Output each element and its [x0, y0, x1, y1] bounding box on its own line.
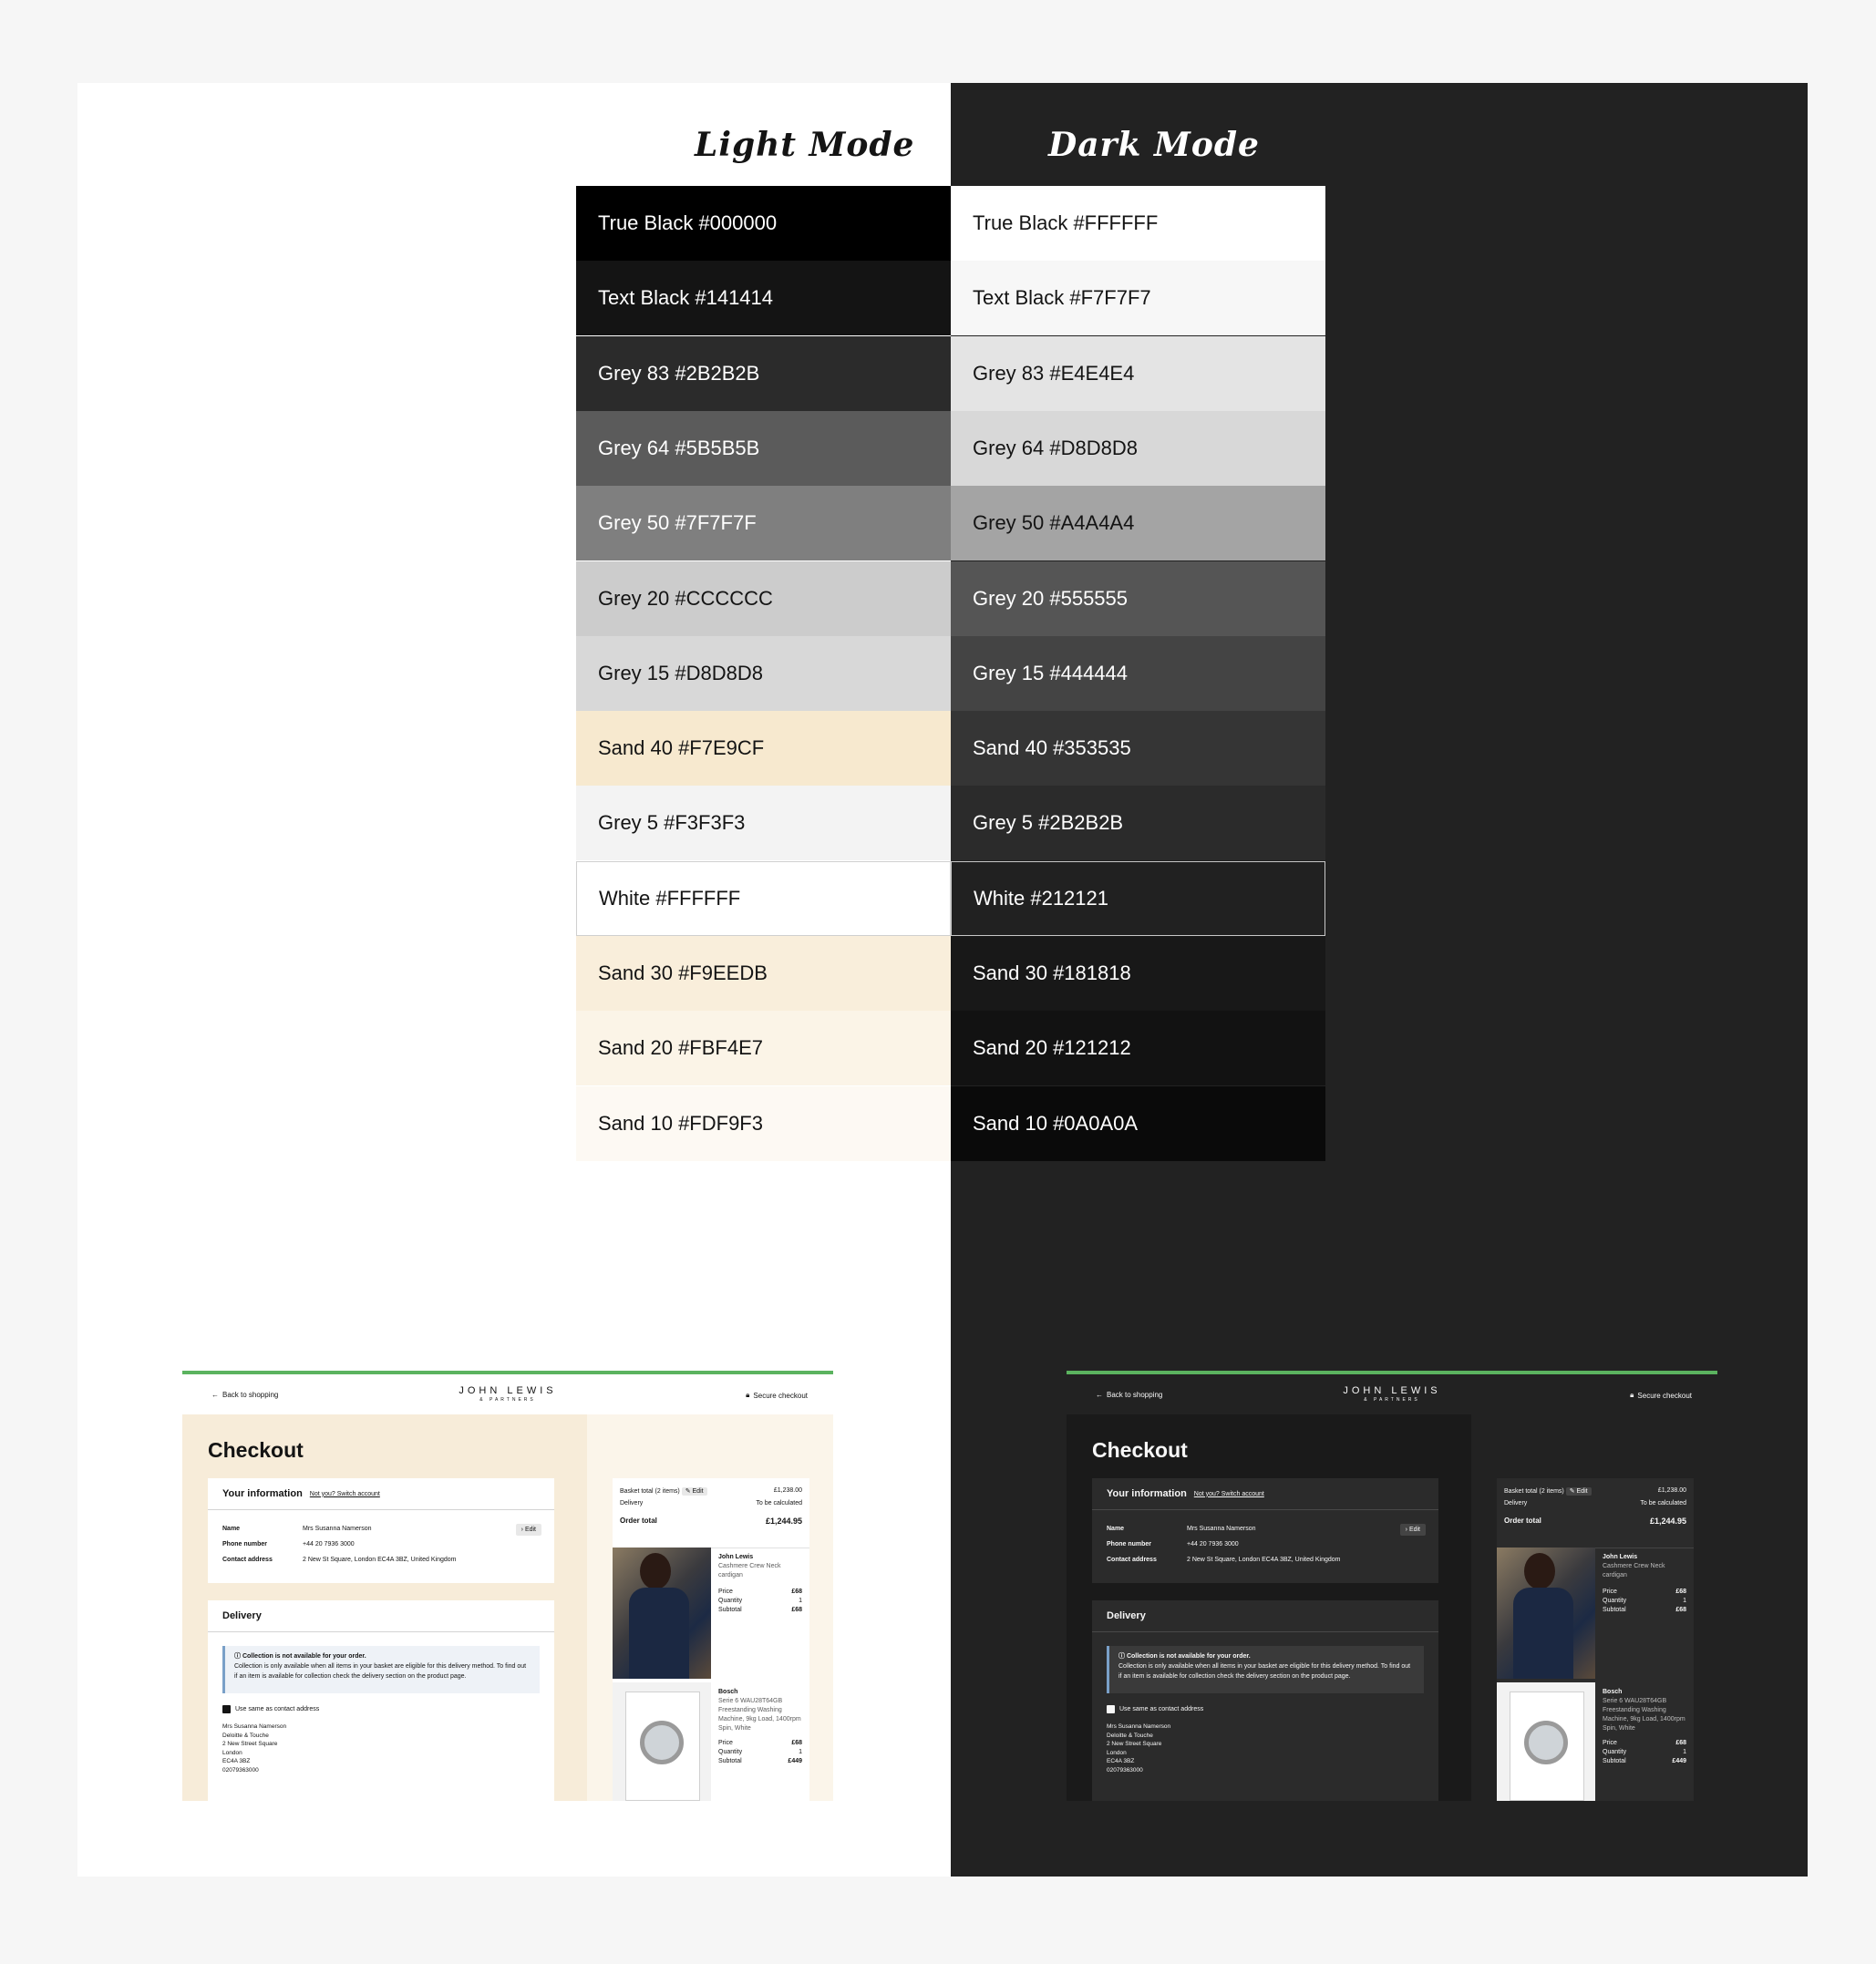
checkout-header: ← Back to shopping JOHN LEWIS & PARTNERS… [1067, 1374, 1717, 1414]
light-swatch: Grey 20 #CCCCCC [576, 560, 951, 636]
dark-mode-heading: Dark Mode [1048, 126, 1260, 164]
delivery-card: Delivery ⓘ Collection is not available f… [1092, 1600, 1438, 1801]
basket-summary: Basket total (2 items) ✎ Edit £1,238.00 … [1497, 1478, 1694, 1548]
same-address-checkbox[interactable]: Use same as contact address [1107, 1705, 1203, 1713]
dark-swatch: Grey 83 #E4E4E4 [951, 335, 1325, 411]
checkbox-icon [222, 1705, 231, 1713]
light-swatch: Sand 30 #F9EEDB [576, 936, 951, 1011]
person-figure [640, 1553, 671, 1589]
dark-swatch: Sand 10 #0A0A0A [951, 1085, 1325, 1161]
person-figure [1524, 1553, 1555, 1589]
item-details: John Lewis Cashmere Crew Neck cardigan P… [1603, 1554, 1686, 1613]
light-checkout-mockup: ← Back to shopping JOHN LEWIS & PARTNERS… [182, 1371, 833, 1801]
secure-checkout: 🔒︎ Secure checkout [1630, 1391, 1692, 1400]
dark-swatch: Grey 5 #2B2B2B [951, 786, 1325, 861]
your-information-card: Your information Not you? Switch account… [1092, 1478, 1438, 1583]
dark-swatch: White #212121 [951, 860, 1325, 936]
machine-door [1524, 1721, 1568, 1764]
delivery-card: Delivery ⓘ Collection is not available f… [208, 1600, 554, 1801]
basket-panel: Basket total (2 items) ✎ Edit £1,238.00 … [1497, 1478, 1694, 1801]
light-swatch: Grey 83 #2B2B2B [576, 335, 951, 411]
cardigan-shape [629, 1588, 689, 1679]
brand-logo[interactable]: JOHN LEWIS & PARTNERS [182, 1385, 833, 1403]
info-icon: ⓘ [234, 1653, 241, 1660]
checkbox-icon [1107, 1705, 1115, 1713]
delivery-address: Mrs Susanna Namerson Deloitte & Touche 2… [1107, 1723, 1171, 1774]
lock-icon: 🔒︎ [1630, 1391, 1634, 1399]
card-title: Delivery [208, 1600, 554, 1632]
basket-edit-button[interactable]: ✎ Edit [681, 1487, 707, 1496]
dark-swatch: Grey 50 #A4A4A4 [951, 486, 1325, 561]
light-swatch: Sand 40 #F7E9CF [576, 711, 951, 787]
basket-edit-button[interactable]: ✎ Edit [1565, 1487, 1592, 1496]
light-swatch: White #FFFFFF [576, 860, 951, 936]
dark-swatch: Grey 15 #444444 [951, 635, 1325, 711]
lock-icon: 🔒︎ [746, 1391, 750, 1399]
page-title: Checkout [1092, 1438, 1188, 1462]
light-swatch: Grey 50 #7F7F7F [576, 486, 951, 561]
dark-swatch: Sand 20 #121212 [951, 1011, 1325, 1086]
switch-account-link[interactable]: Not you? Switch account [1194, 1491, 1264, 1497]
cardigan-image[interactable] [613, 1548, 711, 1679]
card-title: Your information [1107, 1488, 1187, 1499]
dark-swatch: Sand 40 #353535 [951, 711, 1325, 787]
dark-checkout-mockup: ← Back to shopping JOHN LEWIS & PARTNERS… [1067, 1371, 1717, 1801]
dark-swatch: True Black #FFFFFF [951, 186, 1325, 261]
item-details: John Lewis Cashmere Crew Neck cardigan P… [718, 1554, 802, 1613]
secure-checkout: 🔒︎ Secure checkout [746, 1391, 808, 1400]
brand-logo[interactable]: JOHN LEWIS & PARTNERS [1067, 1385, 1717, 1403]
card-title: Delivery [1092, 1600, 1438, 1632]
same-address-checkbox[interactable]: Use same as contact address [222, 1705, 319, 1713]
your-information-card: Your information Not you? Switch account… [208, 1478, 554, 1583]
dark-swatch: Grey 64 #D8D8D8 [951, 410, 1325, 486]
order-summary: Basket total (2 items) ✎ Edit £1,238.00 … [587, 1414, 833, 1801]
checkout-header: ← Back to shopping JOHN LEWIS & PARTNERS… [182, 1374, 833, 1414]
cardigan-shape [1513, 1588, 1573, 1679]
washing-machine-image[interactable] [613, 1682, 711, 1801]
dark-swatch: Grey 20 #555555 [951, 560, 1325, 636]
switch-account-link[interactable]: Not you? Switch account [310, 1491, 380, 1497]
card-title: Your information [222, 1488, 303, 1499]
edit-button[interactable]: › Edit [515, 1524, 541, 1536]
info-icon: ⓘ [1118, 1653, 1125, 1660]
light-swatch: Grey 15 #D8D8D8 [576, 635, 951, 711]
dark-swatch: Text Black #F7F7F7 [951, 261, 1325, 336]
checkout-main: Checkout Your information Not you? Switc… [182, 1414, 587, 1801]
basket-summary: Basket total (2 items) ✎ Edit £1,238.00 … [613, 1478, 809, 1548]
item-details: Bosch Serie 6 WAU28T64GB Freestanding Wa… [718, 1689, 802, 1764]
light-swatch: Text Black #141414 [576, 261, 951, 336]
light-swatch: Sand 10 #FDF9F3 [576, 1085, 951, 1161]
collection-notice: ⓘ Collection is not available for your o… [1107, 1646, 1424, 1693]
chevron-right-icon: › [521, 1527, 523, 1533]
dark-swatch: Sand 30 #181818 [951, 936, 1325, 1011]
light-swatch: Grey 5 #F3F3F3 [576, 786, 951, 861]
delivery-address: Mrs Susanna Namerson Deloitte & Touche 2… [222, 1723, 287, 1774]
basket-panel: Basket total (2 items) ✎ Edit £1,238.00 … [613, 1478, 809, 1801]
checkout-main: Checkout Your information Not you? Switc… [1067, 1414, 1471, 1801]
collection-notice: ⓘ Collection is not available for your o… [222, 1646, 540, 1693]
machine-door [640, 1721, 684, 1764]
light-swatch: Sand 20 #FBF4E7 [576, 1011, 951, 1086]
page-title: Checkout [208, 1438, 304, 1462]
order-summary: Basket total (2 items) ✎ Edit £1,238.00 … [1471, 1414, 1717, 1801]
light-mode-heading: Light Mode [695, 126, 915, 164]
cardigan-image[interactable] [1497, 1548, 1595, 1679]
chevron-right-icon: › [1405, 1527, 1407, 1533]
light-swatch: True Black #000000 [576, 186, 951, 261]
item-details: Bosch Serie 6 WAU28T64GB Freestanding Wa… [1603, 1689, 1686, 1764]
edit-button[interactable]: › Edit [1399, 1524, 1426, 1536]
light-swatch: Grey 64 #5B5B5B [576, 410, 951, 486]
washing-machine-image[interactable] [1497, 1682, 1595, 1801]
